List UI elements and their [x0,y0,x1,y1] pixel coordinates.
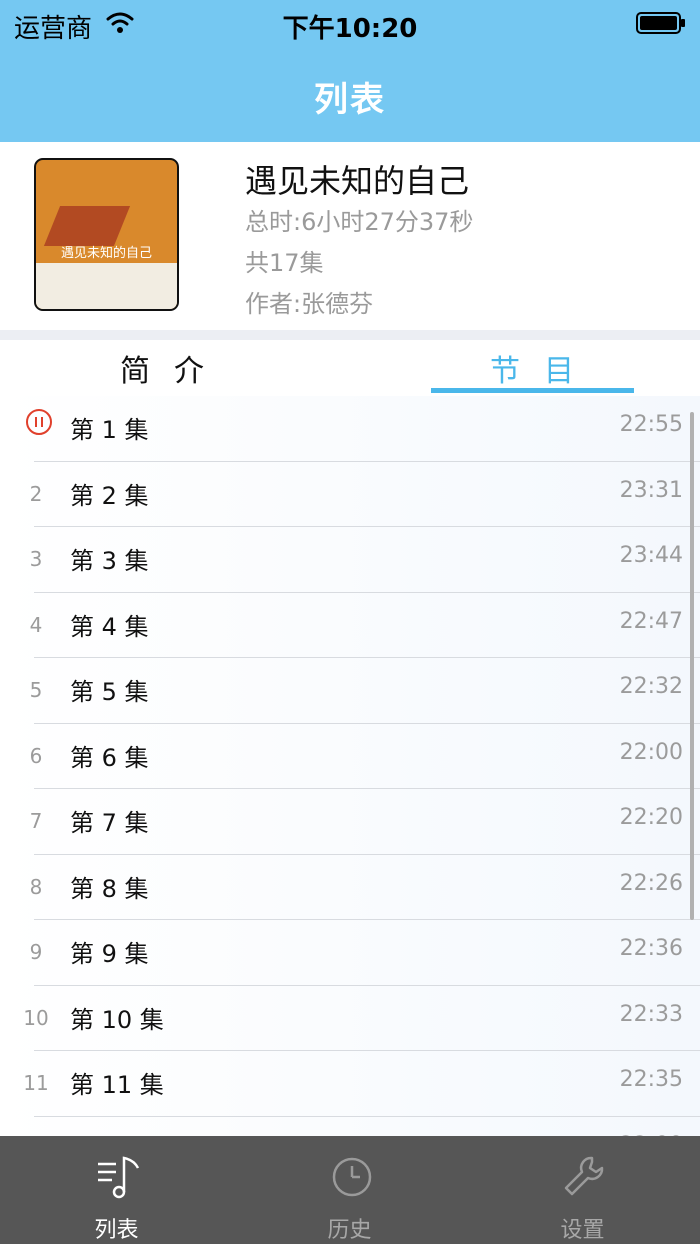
episode-duration: 22:47 [619,608,683,634]
tabbar-item-list[interactable]: 列表 [0,1136,233,1244]
battery-icon [636,12,685,34]
episode-duration: 22:55 [619,412,683,437]
navigation-header: 运营商 下午10:20 列表 [0,0,700,142]
episode-row[interactable]: 7 第 7 集 22:20 [0,789,700,855]
tabbar-label-list: 列表 [94,1218,139,1243]
episode-row[interactable]: 10 第 10 集 22:33 [0,986,700,1051]
episode-title: 第 2 集 [70,481,149,510]
episode-title: 第 11 集 [70,1071,164,1099]
episode-duration: 22:00 [619,739,683,765]
book-cover-image: 遇见未知的自己 [34,158,179,311]
episode-duration: 22:36 [619,936,683,961]
episode-title: 第 8 集 [70,874,149,903]
episode-title: 第 6 集 [70,743,149,772]
episode-row[interactable]: 5 第 5 集 22:32 [0,658,700,724]
book-total-time: 总时:6小时27分37秒 [245,208,474,236]
episode-number: 7 [29,809,43,833]
book-episode-count: 共17集 [245,249,324,277]
episode-title: 第 10 集 [70,1005,164,1034]
episode-number: 2 [29,481,43,506]
status-bar: 运营商 下午10:20 [0,0,700,46]
episode-row[interactable]: 2 第 2 集 23:31 [0,462,700,527]
episode-number: 3 [29,547,43,571]
active-tab-indicator [431,388,634,393]
bottom-tab-bar: 列表 历史 设置 [0,1136,700,1244]
page-title: 列表 [314,80,386,120]
episode-list[interactable]: 第 1 集 22:55 2 第 2 集 23:31 3 第 3 集 23:44 4 第 4 集 22… [0,396,700,1136]
episode-duration: 22:32 [619,674,683,699]
episode-row[interactable]: 6 第 6 集 22:00 [0,724,700,789]
episode-duration: 22:20 [619,805,683,830]
cover-art-shape [43,206,131,246]
wrench-icon [564,1156,604,1196]
tab-intro[interactable]: 简介 [120,346,228,390]
episode-number: 8 [29,874,43,899]
episode-duration: 22:26 [619,870,683,896]
episode-title: 第 9 集 [70,940,149,968]
episode-row[interactable]: 8 第 8 集 22:26 [0,855,700,920]
book-title: 遇见未知的自己 [245,162,470,200]
episode-duration: 23:44 [619,543,683,568]
episode-row[interactable]: 9 第 9 集 22:36 [0,920,700,986]
episode-row[interactable]: 11 第 11 集 22:35 [0,1051,700,1117]
episode-duration: 23:31 [619,477,683,503]
episode-title: 第 7 集 [70,809,149,837]
scrollbar[interactable] [690,412,694,920]
episode-number: 6 [29,743,43,768]
episode-number: 11 [23,1071,49,1095]
episode-row[interactable]: 第 1 集 22:55 [0,396,700,462]
episode-title: 第 5 集 [70,678,149,706]
tabbar-label-history: 历史 [327,1218,372,1243]
tabbar-item-settings[interactable]: 设置 [466,1136,699,1244]
episode-number: 4 [29,612,43,637]
segment-tabs: 简介 节目 [0,340,700,396]
episode-title: 第 1 集 [70,416,149,444]
clock-icon [332,1157,372,1197]
book-info-panel: 遇见未知的自己 遇见未知的自己 总时:6小时27分37秒 共17集 作者:张德芬 [0,142,700,330]
episode-duration: 22:33 [619,1001,683,1027]
episode-title: 第 3 集 [70,547,149,575]
status-time: 下午10:20 [282,14,418,44]
pause-icon[interactable] [25,408,53,436]
episode-number: 10 [23,1005,49,1030]
episode-row[interactable]: 4 第 4 集 22:47 [0,593,700,658]
tabbar-item-history[interactable]: 历史 [233,1136,466,1244]
music-list-icon [98,1156,140,1199]
episode-number: 9 [29,940,43,964]
episode-duration: 22:35 [619,1067,683,1092]
book-author: 作者:张德芬 [245,290,374,318]
episode-row[interactable]: 3 第 3 集 23:44 [0,527,700,593]
tab-programs[interactable]: 节目 [490,346,598,390]
cover-band [36,263,177,309]
tabbar-label-settings: 设置 [560,1218,605,1243]
section-divider [0,330,700,340]
episode-row[interactable]: 12第 12 集22:00 [0,1117,700,1137]
cover-title-text: 遇见未知的自己 [60,246,152,261]
episode-number: 5 [29,678,43,702]
episode-title: 第 4 集 [70,612,149,641]
